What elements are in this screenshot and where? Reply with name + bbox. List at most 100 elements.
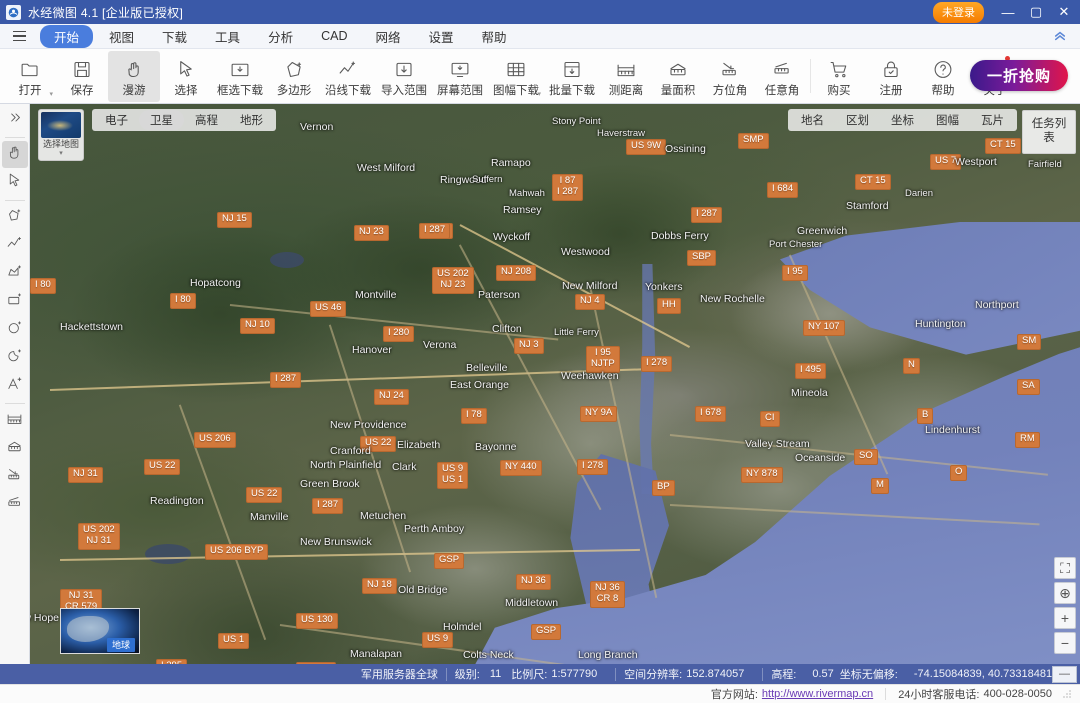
ribbon-button-polygon[interactable]: 多边形 — [268, 51, 320, 102]
minimize-button[interactable]: — — [994, 0, 1022, 24]
rectangle-add-icon — [6, 291, 23, 313]
left-tool-pan-tool[interactable] — [1, 141, 28, 168]
ribbon-button-floppy-save[interactable]: 保存 — [56, 51, 108, 102]
ribbon-button-grid-sheet-download[interactable]: 图幅下载 ▾ — [488, 51, 544, 102]
chevron-down-icon[interactable]: ▾ — [49, 90, 53, 98]
globe-overview-widget[interactable]: 地球 — [60, 608, 140, 654]
promo-buy-button[interactable]: 一折抢购 — [969, 60, 1068, 91]
left-tool-select-tool[interactable] — [2, 169, 28, 196]
road-shield: US 206 BYP — [205, 544, 269, 560]
ribbon-button-arbitrary-angle[interactable]: 任意角 — [756, 51, 808, 102]
map-layer-tab-1[interactable]: 电子 — [94, 110, 139, 130]
ribbon-button-folder-open[interactable]: 打开 ▾ — [4, 51, 56, 102]
task-list-button[interactable]: 任务列表 — [1022, 110, 1076, 154]
place-label: Vernon — [300, 121, 334, 133]
left-tool-measure-distance-tool[interactable] — [2, 407, 28, 434]
ribbon-button-batch-download[interactable]: 批量下载 — [544, 51, 600, 102]
menu-item-7[interactable]: 网络 — [363, 25, 412, 48]
grid-sheet-download-icon — [505, 55, 527, 80]
close-button[interactable]: ✕ — [1050, 0, 1078, 24]
road-shield: NJ 31 — [68, 467, 103, 483]
left-tool-freehand-tool[interactable] — [2, 260, 28, 287]
ribbon-button-lock-register[interactable]: 注册 — [865, 51, 917, 102]
left-tool-arbitrary-angle-tool[interactable] — [2, 491, 28, 518]
ribbon-button-hand-pan[interactable]: 漫游 — [108, 50, 160, 102]
website-link[interactable]: http://www.rivermap.cn — [762, 688, 873, 700]
place-label: Huntington — [915, 318, 966, 330]
menu-item-4[interactable]: 工具 — [203, 25, 252, 48]
ribbon-button-azimuth[interactable]: 方位角 — [704, 51, 756, 102]
left-tool-arc-tool[interactable] — [2, 344, 28, 371]
map-overlay-tab-5[interactable]: 瓦片 — [970, 110, 1015, 130]
road-shield: GSP — [531, 624, 562, 640]
chevron-double-up-icon[interactable] — [1050, 27, 1070, 45]
left-tool-azimuth-tool[interactable] — [2, 463, 28, 490]
road-shield: I 87 I 287 — [552, 174, 584, 201]
maximize-button[interactable]: ▢ — [1022, 0, 1050, 24]
ribbon-button-cursor-arrow[interactable]: 选择 — [160, 51, 212, 102]
left-tool-polyline-tool[interactable] — [2, 232, 28, 259]
import-extent-icon — [393, 55, 415, 80]
fullscreen-button[interactable]: ⛶ — [1054, 557, 1076, 579]
place-label: Cranford — [330, 445, 371, 457]
menu-item-5[interactable]: 分析 — [256, 25, 305, 48]
zoom-out-button[interactable]: − — [1054, 632, 1076, 654]
left-tool-expand-panel[interactable] — [2, 106, 28, 133]
footer-divider — [885, 688, 887, 700]
menu-item-9[interactable]: 帮助 — [470, 25, 519, 48]
left-tool-circle-tool[interactable] — [2, 316, 28, 343]
road-shield: I 678 — [695, 406, 727, 422]
hamburger-menu-icon[interactable] — [6, 26, 32, 46]
resize-grip-icon[interactable] — [1062, 689, 1072, 699]
map-overlay-tab-3[interactable]: 坐标 — [880, 110, 925, 130]
left-tool-rectangle-tool[interactable] — [2, 288, 28, 315]
status-collapse-button[interactable]: — — [1052, 665, 1077, 683]
menu-item-2[interactable]: 视图 — [97, 25, 146, 48]
road-shield: GSP — [434, 553, 465, 569]
map-layer-tab-2[interactable]: 卫星 — [139, 110, 184, 130]
satellite-map-canvas[interactable]: I 80 NJ 15 NJ 23 I 287 I 80 US 202NJ 23 NJ 208… — [30, 104, 1080, 664]
road-shield: SMP — [738, 133, 769, 149]
left-tool-measure-area-tool[interactable] — [2, 435, 28, 462]
left-tool-text-tool[interactable] — [2, 372, 28, 399]
ribbon-button-rectangle-select-download[interactable]: 框选下载 — [212, 51, 268, 102]
login-status-badge[interactable]: 未登录 — [933, 1, 984, 23]
ribbon-toolbar: 打开 ▾ 保存 漫游 选择 框选下载 多边形 沿线下载 导入范围 屏幕范围 图幅下载 ▾ 批量下载 测距离… — [0, 49, 1080, 104]
ribbon-button-question-circle[interactable]: 帮助 — [917, 51, 969, 102]
ribbon-button-import-extent[interactable]: 导入范围 — [376, 51, 432, 102]
menu-item-1[interactable]: 开始 — [40, 24, 94, 48]
map-viewport[interactable]: I 80 NJ 15 NJ 23 I 287 I 80 US 202NJ 23 NJ 208… — [30, 104, 1080, 664]
road-shield: SA — [1017, 379, 1040, 395]
measure-area-icon — [6, 438, 23, 460]
status-resolution-value: 152.874057 — [686, 668, 745, 680]
road-shield: US 202 NJ 31 — [78, 523, 120, 550]
status-elevation-label: 高程: — [771, 669, 797, 681]
menu-item-6[interactable]: CAD — [309, 27, 359, 45]
place-label: Port Chester — [769, 239, 823, 250]
ribbon-button-measure-area[interactable]: 量面积 — [652, 51, 704, 102]
map-overlay-tab-2[interactable]: 区划 — [835, 110, 880, 130]
locate-button[interactable]: ⊕ — [1054, 582, 1076, 604]
ribbon-button-polyline-download[interactable]: 沿线下载 — [320, 51, 376, 102]
map-overlay-tab-4[interactable]: 图幅 — [925, 110, 970, 130]
ribbon-button-label: 批量下载 — [549, 84, 595, 97]
ribbon-button-screen-extent[interactable]: 屏幕范围 — [432, 51, 488, 102]
map-overlay-tab-1[interactable]: 地名 — [790, 110, 835, 130]
left-tool-polygon-tool[interactable] — [2, 204, 28, 231]
water-lake — [270, 252, 304, 268]
zoom-in-button[interactable]: + — [1054, 607, 1076, 629]
map-layer-tab-3[interactable]: 高程 — [184, 110, 229, 130]
map-selector-widget[interactable]: 选择地图 ▾ — [38, 109, 84, 161]
ribbon-button-measure-distance[interactable]: 测距离 — [600, 51, 652, 102]
screen-extent-icon — [449, 55, 471, 80]
place-label: Haverstraw — [597, 128, 646, 139]
road-shield: I 80 — [30, 278, 56, 294]
menu-item-3[interactable]: 下载 — [150, 25, 199, 48]
tool-separator — [4, 403, 25, 404]
road-shield: RM — [1015, 432, 1040, 448]
ribbon-button-shopping-cart[interactable]: 购买 — [813, 51, 865, 102]
map-layer-tab-4[interactable]: 地形 — [229, 110, 274, 130]
chevron-down-icon[interactable]: ▾ — [537, 90, 541, 98]
chevron-down-icon[interactable]: ▾ — [59, 149, 63, 157]
menu-item-8[interactable]: 设置 — [417, 25, 466, 48]
